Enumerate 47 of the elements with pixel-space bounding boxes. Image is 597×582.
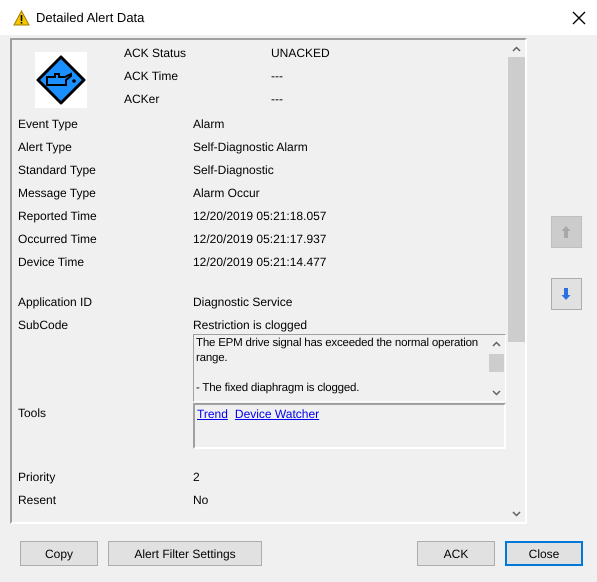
tool-link[interactable]: Trend <box>197 407 228 445</box>
field-label: Occurred Time <box>18 231 98 246</box>
field-value: 2 <box>193 469 201 484</box>
field-label: SubCode <box>18 317 70 332</box>
field-label: Alert Type <box>18 139 73 154</box>
field-value: Alarm <box>193 116 226 131</box>
scrollbar-thumb[interactable] <box>489 354 504 372</box>
field-value: 12/20/2019 05:21:14.477 <box>193 254 328 269</box>
description-text: - The fixed diaphragm is clogged. <box>196 381 360 396</box>
up-arrow-icon <box>561 225 571 239</box>
field-label: Tools <box>18 405 48 420</box>
window-title: Detailed Alert Data <box>36 10 146 25</box>
field-value: --- <box>271 91 284 108</box>
field-label: Priority <box>18 469 56 484</box>
field-label: ACK Status <box>124 45 188 62</box>
dialog-button[interactable]: Close <box>505 541 583 566</box>
field-label: Event Type <box>18 116 79 131</box>
close-icon[interactable] <box>571 10 587 26</box>
field-value: Self-Diagnostic <box>193 162 275 177</box>
tool-link[interactable]: Device Watcher <box>234 407 320 445</box>
field-value: UNACKED <box>271 45 331 62</box>
field-label: Device Time <box>18 254 86 269</box>
field-value: 12/20/2019 05:21:17.937 <box>193 231 328 246</box>
field-value: Diagnostic Service <box>193 294 294 309</box>
field-value: --- <box>271 68 284 85</box>
scrollbar-thumb[interactable] <box>508 57 525 342</box>
field-label: ACK Time <box>124 68 180 85</box>
field-label: Reported Time <box>18 208 98 223</box>
dialog-button[interactable]: ACK <box>417 541 495 566</box>
dialog-button[interactable]: Copy <box>20 541 98 566</box>
field-label: Message Type <box>18 185 97 200</box>
field-label: Standard Type <box>18 162 97 177</box>
field-label: Resent <box>18 492 58 507</box>
alarm-device-icon <box>36 55 86 105</box>
move-down-button[interactable] <box>550 278 582 310</box>
field-value: Alarm Occur <box>193 185 261 200</box>
field-value: 12/20/2019 05:21:18.057 <box>193 208 328 223</box>
field-value: Self-Diagnostic Alarm <box>193 139 309 154</box>
down-arrow-icon <box>561 287 571 301</box>
dialog-button[interactable]: Alert Filter Settings <box>108 541 262 566</box>
field-label: ACKer <box>124 91 160 108</box>
description-text: The EPM drive signal has exceeded the normal operation range. <box>196 336 479 366</box>
field-value: Restriction is clogged <box>193 317 308 332</box>
field-label: Application ID <box>18 294 94 309</box>
warning-icon <box>13 10 30 26</box>
field-value: No <box>193 492 210 507</box>
description-box[interactable]: The EPM drive signal has exceeded the normal operation range. - The fixed diaphragm is clogged. <box>193 334 506 402</box>
